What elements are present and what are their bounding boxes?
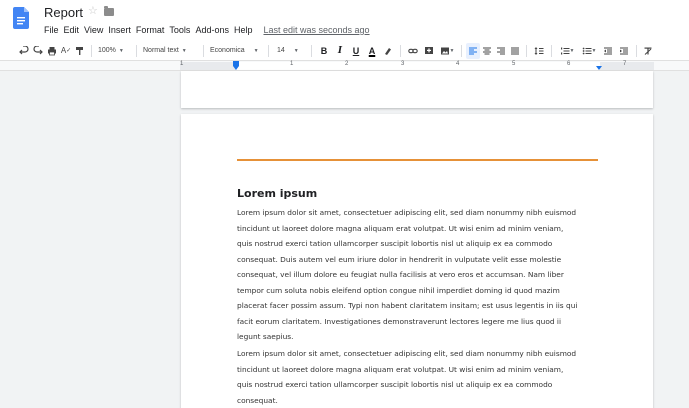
- last-edit-link[interactable]: Last edit was seconds ago: [263, 25, 369, 35]
- ruler-number: 5: [512, 61, 516, 67]
- ruler-number: 6: [567, 61, 571, 67]
- caret-down-icon: ▼: [253, 47, 259, 54]
- toolbar-divider: [136, 44, 137, 57]
- align-right-icon[interactable]: [494, 43, 508, 59]
- font-size-value: 14: [277, 47, 285, 54]
- toolbar-divider: [268, 44, 269, 57]
- caret-down-icon: ▼: [181, 47, 187, 54]
- toolbar-divider: [461, 44, 462, 57]
- toolbar-divider: [203, 44, 204, 57]
- section-heading[interactable]: Lorem ipsum: [237, 187, 317, 200]
- font-value: Economica: [210, 47, 245, 54]
- menu-edit[interactable]: Edit: [64, 25, 84, 35]
- toolbar-divider: [91, 44, 92, 57]
- menu-help[interactable]: Help: [234, 25, 257, 35]
- toolbar-divider: [400, 44, 401, 57]
- insert-image-icon[interactable]: ▼: [437, 43, 457, 59]
- menu-addons[interactable]: Add-ons: [195, 25, 233, 35]
- menu-file[interactable]: File: [44, 25, 63, 35]
- caret-down-icon: ▼: [293, 47, 299, 54]
- paragraph-2[interactable]: Lorem ipsum dolor sit amet, consectetuer…: [237, 346, 601, 408]
- align-center-icon[interactable]: [480, 43, 494, 59]
- text-line: legunt saepius.: [237, 332, 294, 341]
- caret-down-icon: ▼: [118, 47, 124, 54]
- toolbar-divider: [636, 44, 637, 57]
- clear-formatting-icon[interactable]: [641, 43, 655, 59]
- highlight-icon[interactable]: [380, 43, 396, 59]
- bulleted-list-icon[interactable]: ▼: [578, 43, 600, 59]
- align-left-icon[interactable]: [466, 42, 480, 59]
- text-line: consequat. Duis autem vel eum iriure dol…: [237, 254, 562, 264]
- justify-icon[interactable]: [508, 43, 522, 59]
- ruler-number: 7: [623, 61, 627, 67]
- ruler-number: 4: [456, 61, 460, 67]
- text-line: quis nostrud exerci tation ullamcorper s…: [237, 380, 553, 389]
- increase-indent-icon[interactable]: [616, 43, 632, 59]
- toolbar-divider: [526, 44, 527, 57]
- zoom-select[interactable]: 100% ▼: [96, 43, 132, 59]
- text-line: consequat.: [237, 395, 278, 405]
- font-size-select[interactable]: 14 ▼: [273, 43, 307, 59]
- text-line: Lorem ipsum dolor sit amet, consectetuer…: [237, 208, 577, 217]
- link-icon[interactable]: [405, 43, 421, 59]
- page-current[interactable]: Lorem ipsum Lorem ipsum dolor sit amet, …: [181, 114, 653, 408]
- decrease-indent-icon[interactable]: [600, 43, 616, 59]
- ruler-number: 1: [180, 61, 184, 67]
- text-line: tempor cum soluta nobis eleifend option …: [237, 285, 560, 295]
- paint-format-icon[interactable]: [73, 43, 87, 59]
- comment-icon[interactable]: [421, 43, 437, 59]
- text-line: consequat, vel illum dolore eu feugiat n…: [237, 270, 564, 279]
- text-color-button[interactable]: A: [364, 43, 380, 59]
- text-line: placerat facer possim assum. Typi non ha…: [237, 301, 578, 310]
- style-value: Normal text: [143, 47, 179, 54]
- paragraph-1[interactable]: Lorem ipsum dolor sit amet, consectetuer…: [237, 205, 601, 345]
- print-icon[interactable]: [45, 43, 59, 59]
- italic-button[interactable]: I: [332, 43, 348, 59]
- ruler-number: 3: [401, 61, 405, 67]
- page-previous: [181, 71, 653, 108]
- text-line: tincidunt ut laoreet dolore magna aliqua…: [237, 364, 564, 374]
- docs-logo-icon[interactable]: [13, 7, 29, 29]
- ruler-number: 2: [345, 61, 349, 67]
- ruler-right-margin: [600, 62, 654, 70]
- menu-insert[interactable]: Insert: [108, 25, 135, 35]
- style-select[interactable]: Normal text ▼: [141, 43, 199, 59]
- menu-view[interactable]: View: [84, 25, 107, 35]
- ruler-track: [180, 62, 654, 70]
- text-line: quis nostrud exerci tation ullamcorper s…: [237, 239, 553, 248]
- first-line-indent-handle[interactable]: [233, 61, 239, 66]
- app-header: Report ☆ File Edit View Insert Format To…: [0, 0, 689, 41]
- menu-format[interactable]: Format: [136, 25, 169, 35]
- zoom-value: 100%: [98, 47, 116, 54]
- line-spacing-icon[interactable]: [531, 43, 547, 59]
- bold-button[interactable]: B: [316, 43, 332, 59]
- toolbar-divider: [311, 44, 312, 57]
- document-title[interactable]: Report: [44, 5, 83, 20]
- text-line: facit eorum claritatem. Investigationes …: [237, 316, 562, 326]
- star-icon[interactable]: ☆: [88, 4, 98, 17]
- ruler-number: 1: [290, 61, 294, 67]
- text-line: tincidunt ut laoreet dolore magna aliqua…: [237, 223, 564, 233]
- ruler-left-margin: [180, 62, 236, 70]
- font-select[interactable]: Economica ▼: [208, 43, 264, 59]
- ruler[interactable]: 1 1 2 3 4 5 6 7: [0, 61, 689, 71]
- toolbar-divider: [551, 44, 552, 57]
- spellcheck-icon[interactable]: A ✓: [59, 43, 73, 59]
- undo-icon[interactable]: [17, 43, 31, 59]
- text-line: Lorem ipsum dolor sit amet, consectetuer…: [237, 349, 577, 358]
- horizontal-rule: [237, 159, 598, 161]
- underline-button[interactable]: U: [348, 43, 364, 59]
- toolbar: A ✓ 100% ▼ Normal text ▼ Economica ▼ 14 ▼ B I…: [0, 41, 689, 61]
- menu-bar: File Edit View Insert Format Tools Add-o…: [44, 25, 370, 35]
- menu-tools[interactable]: Tools: [169, 25, 194, 35]
- redo-icon[interactable]: [31, 43, 45, 59]
- numbered-list-icon[interactable]: ▼: [556, 43, 578, 59]
- folder-icon[interactable]: [104, 6, 114, 16]
